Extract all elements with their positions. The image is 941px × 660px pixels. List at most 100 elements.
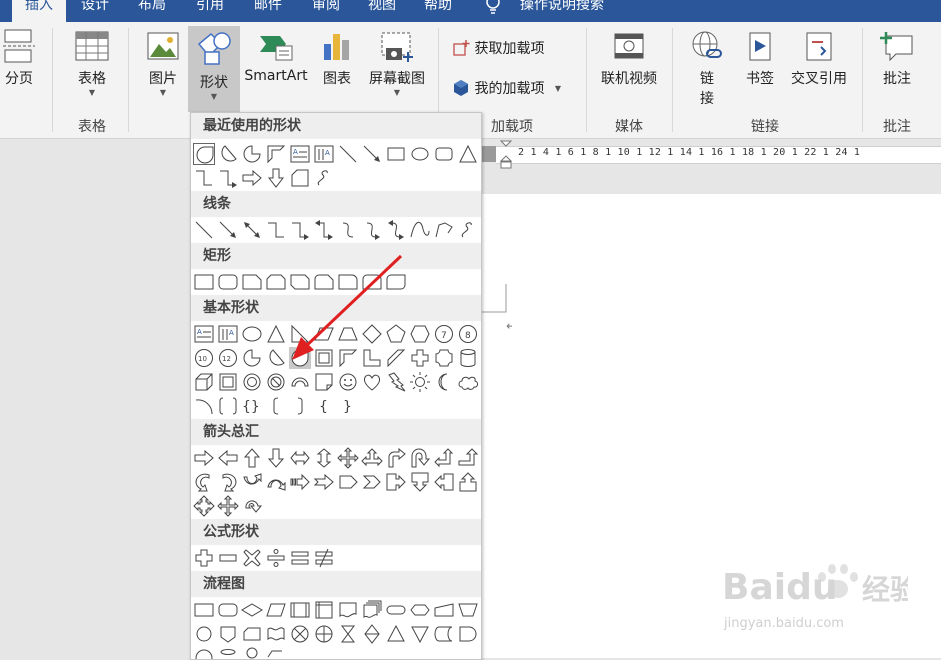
shape-elbow-connector[interactable] — [265, 219, 287, 241]
shape-cube[interactable] — [193, 371, 215, 393]
my-addins-button[interactable]: 我的加载项 ▼ — [452, 78, 582, 98]
shape-elbow-arrow[interactable] — [217, 167, 239, 189]
shape-snip-round-corner[interactable] — [313, 271, 335, 293]
shape-left-arrow[interactable] — [217, 447, 239, 469]
shape-not-equal[interactable] — [313, 547, 335, 569]
shape-line[interactable] — [193, 219, 215, 241]
shape-vertical-text-box[interactable]: A — [313, 143, 335, 165]
shape-up-arrow-callout[interactable] — [457, 471, 479, 493]
shape-octagon[interactable]: 8 — [457, 323, 479, 345]
shape-can[interactable] — [457, 347, 479, 369]
shape-oval[interactable] — [409, 143, 431, 165]
shape-curved-arrow[interactable] — [361, 219, 383, 241]
shape-diamond[interactable] — [361, 323, 383, 345]
shape-frame[interactable] — [313, 347, 335, 369]
smartart-button[interactable]: SmartArt — [242, 30, 310, 84]
shape-elbow-connector[interactable] — [193, 167, 215, 189]
shape-left-arrow-callout[interactable] — [433, 471, 455, 493]
shape-curved-double-arrow[interactable] — [385, 219, 407, 241]
shape-rounded-rectangle[interactable] — [217, 271, 239, 293]
shape-cross[interactable] — [409, 347, 431, 369]
shape-equal[interactable] — [289, 547, 311, 569]
shape-right-arrow-callout[interactable] — [385, 471, 407, 493]
shape-double-bracket[interactable] — [217, 395, 239, 417]
bookmark-button[interactable]: 书签 — [738, 30, 782, 88]
shape-oval[interactable] — [241, 323, 263, 345]
shape-flowchart-preparation[interactable] — [409, 599, 431, 621]
shape-flowchart-process[interactable] — [193, 599, 215, 621]
shape-pie[interactable] — [241, 143, 263, 165]
shape-chord[interactable] — [217, 143, 239, 165]
shape-pie[interactable] — [241, 347, 263, 369]
shape-down-arrow-callout[interactable] — [409, 471, 431, 493]
shape-snip-rectangle[interactable] — [289, 167, 311, 189]
screenshot-button[interactable]: 屏幕截图 ▼ — [362, 30, 432, 98]
shape-half-frame[interactable] — [337, 347, 359, 369]
shape-flowchart-data[interactable] — [265, 599, 287, 621]
horizontal-ruler[interactable]: 2 1 4 1 6 1 8 1 10 1 12 1 14 1 16 1 18 1… — [482, 140, 941, 170]
shape-flowchart-direct-access[interactable] — [241, 647, 263, 659]
shape-curve[interactable] — [409, 219, 431, 241]
shape-curved-up-arrow[interactable] — [241, 471, 263, 493]
shape-snip-same-side[interactable] — [265, 271, 287, 293]
table-button[interactable]: 表格 ▼ — [68, 30, 116, 98]
shape-multiply[interactable] — [241, 547, 263, 569]
shape-block-arc[interactable] — [289, 371, 311, 393]
shape-donut[interactable] — [241, 371, 263, 393]
shape-curved-right-arrow[interactable] — [193, 471, 215, 493]
shapes-button[interactable]: 形状 ▼ — [188, 26, 240, 112]
shape-round-single-corner[interactable] — [337, 271, 359, 293]
shape-line[interactable] — [337, 143, 359, 165]
shape-flowchart-alternate-process[interactable] — [217, 599, 239, 621]
tab-review[interactable]: 审阅 — [302, 0, 350, 22]
shape-left-brace[interactable]: { — [313, 395, 335, 417]
shape-right-arrow[interactable] — [193, 447, 215, 469]
shape-heart[interactable] — [361, 371, 383, 393]
shape-flowchart-collate[interactable] — [337, 623, 359, 645]
chart-button[interactable]: 图表 — [316, 30, 358, 88]
shape-round-diagonal[interactable] — [385, 271, 407, 293]
shape-text-box[interactable]: A — [193, 323, 215, 345]
shape-right-triangle[interactable] — [289, 323, 311, 345]
shape-down-arrow[interactable] — [265, 447, 287, 469]
shape-flowchart-card[interactable] — [241, 623, 263, 645]
shape-moon[interactable] — [433, 371, 455, 393]
shape-up-down-arrow[interactable] — [313, 447, 335, 469]
shape-l-shape[interactable] — [361, 347, 383, 369]
online-video-button[interactable]: 联机视频 — [594, 30, 664, 88]
shape-lightning-bolt[interactable] — [385, 371, 407, 393]
shape-flowchart-extract[interactable] — [385, 623, 407, 645]
shape-elbow-double-arrow[interactable] — [313, 219, 335, 241]
crossref-button[interactable]: 交叉引用 — [786, 30, 852, 88]
shape-triangle[interactable] — [265, 323, 287, 345]
shape-trapezoid[interactable] — [337, 323, 359, 345]
shape-notched-right-arrow[interactable] — [313, 471, 335, 493]
shape-cloud[interactable] — [457, 371, 479, 393]
get-addins-button[interactable]: 获取加载项 — [452, 38, 572, 58]
shape-flowchart-display[interactable] — [265, 647, 287, 659]
shape-freeform[interactable] — [433, 219, 455, 241]
shape-pentagon-arrow[interactable] — [337, 471, 359, 493]
shape-arrow-line[interactable] — [217, 219, 239, 241]
shape-hexagon[interactable] — [409, 323, 431, 345]
shape-bevel[interactable] — [217, 371, 239, 393]
shape-rectangle[interactable] — [385, 143, 407, 165]
shape-chord[interactable] — [265, 347, 287, 369]
shape-scribble[interactable] — [457, 219, 479, 241]
shape-elbow-arrow[interactable] — [289, 219, 311, 241]
tab-design[interactable]: 设计 — [72, 0, 118, 22]
tell-me-search[interactable]: 操作说明搜索 — [512, 0, 612, 22]
shape-round-same-side[interactable] — [361, 271, 383, 293]
shape-circular-arrow[interactable] — [241, 495, 263, 517]
shape-teardrop-selected[interactable] — [289, 347, 311, 369]
shape-curved-down-arrow[interactable] — [265, 471, 287, 493]
shape-flowchart-manual-input[interactable] — [433, 599, 455, 621]
shape-down-arrow[interactable] — [265, 167, 287, 189]
shape-left-up-arrow[interactable] — [433, 447, 455, 469]
shape-flowchart-punched-tape[interactable] — [265, 623, 287, 645]
shape-flowchart-sequential-access[interactable] — [193, 647, 215, 659]
shape-right-brace[interactable]: } — [337, 395, 359, 417]
page-break-button[interactable]: 分页 — [0, 28, 38, 88]
shape-decagon[interactable]: 10 — [193, 347, 215, 369]
tab-help[interactable]: 帮助 — [414, 0, 462, 22]
